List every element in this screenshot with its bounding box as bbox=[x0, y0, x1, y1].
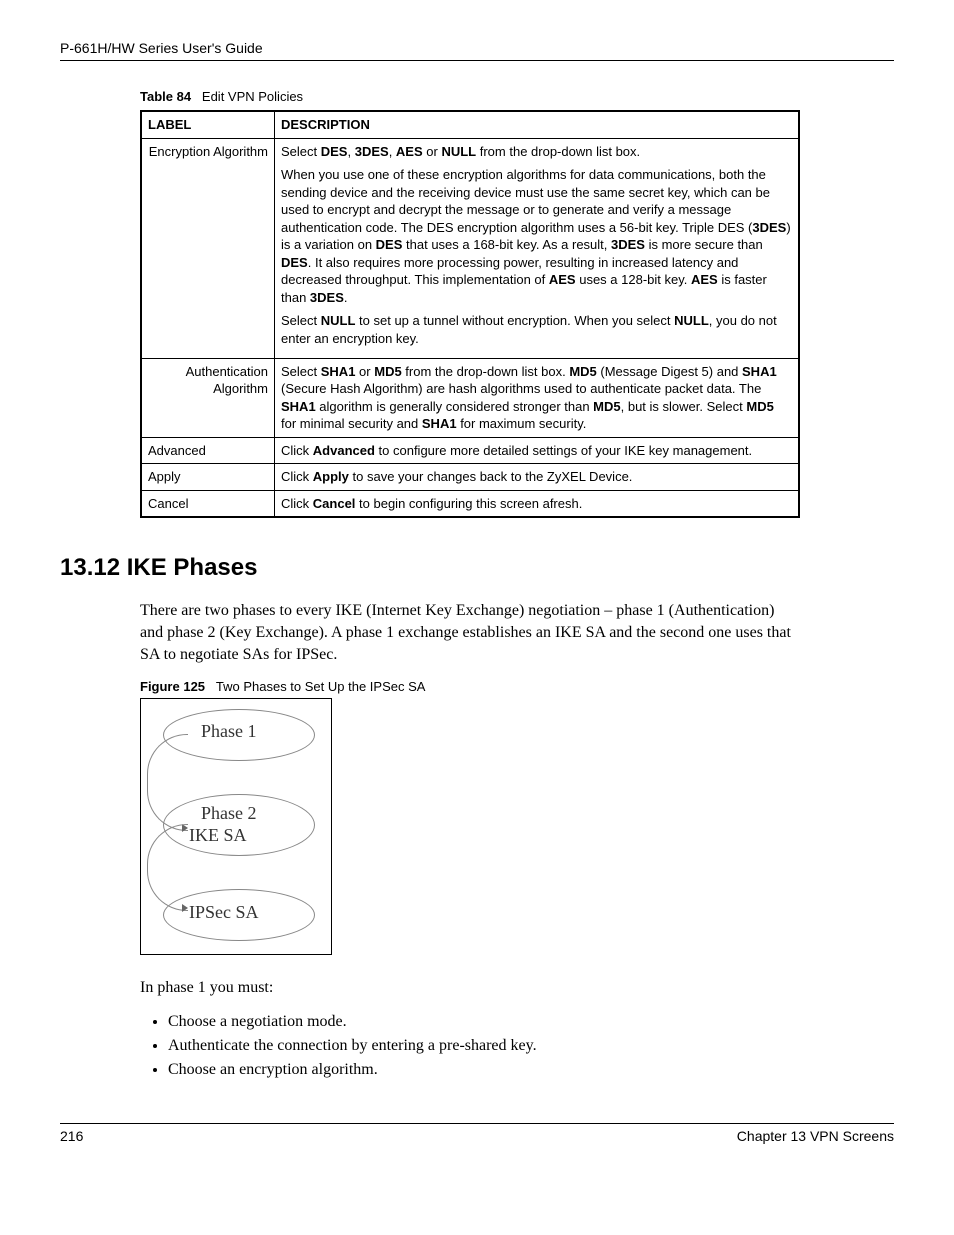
table-row: Cancel Click Cancel to begin configuring… bbox=[141, 490, 799, 517]
row-label: Apply bbox=[141, 464, 275, 491]
figure-title: Two Phases to Set Up the IPSec SA bbox=[216, 679, 426, 694]
row-label: Advanced bbox=[141, 437, 275, 464]
header-title: P-661H/HW Series User's Guide bbox=[60, 40, 263, 56]
list-item: Choose an encryption algorithm. bbox=[168, 1061, 788, 1079]
table-row: Advanced Click Advanced to configure mor… bbox=[141, 437, 799, 464]
list-item: Authenticate the connection by entering … bbox=[168, 1037, 788, 1055]
ike-phases-diagram: Phase 1 Phase 2 IKE SA IPSec SA bbox=[140, 698, 332, 955]
table-title: Edit VPN Policies bbox=[202, 89, 303, 104]
figure-caption: Figure 125 Two Phases to Set Up the IPSe… bbox=[140, 679, 894, 694]
table-caption: Table 84 Edit VPN Policies bbox=[140, 89, 894, 104]
chapter-label: Chapter 13 VPN Screens bbox=[737, 1128, 894, 1144]
arrow-icon bbox=[182, 904, 188, 912]
intro-paragraph: There are two phases to every IKE (Inter… bbox=[140, 600, 800, 665]
page-footer: 216 Chapter 13 VPN Screens bbox=[60, 1123, 894, 1144]
page-number: 216 bbox=[60, 1128, 83, 1144]
page-header: P-661H/HW Series User's Guide bbox=[60, 40, 894, 61]
connector-arc-2 bbox=[147, 824, 188, 911]
table-row: Apply Click Apply to save your changes b… bbox=[141, 464, 799, 491]
row-label: Encryption Algorithm bbox=[141, 138, 275, 358]
table-row: Authentication Algorithm Select SHA1 or … bbox=[141, 358, 799, 437]
table-header-row: LABEL DESCRIPTION bbox=[141, 111, 799, 138]
table-number: Table 84 bbox=[140, 89, 191, 104]
row-description: Click Apply to save your changes back to… bbox=[275, 464, 800, 491]
col-label: LABEL bbox=[141, 111, 275, 138]
table-row: Encryption Algorithm Select DES, 3DES, A… bbox=[141, 138, 799, 358]
row-label: Authentication Algorithm bbox=[141, 358, 275, 437]
connector-arc-1 bbox=[147, 734, 188, 831]
figure-number: Figure 125 bbox=[140, 679, 205, 694]
list-item: Choose a negotiation mode. bbox=[168, 1013, 788, 1031]
row-label: Cancel bbox=[141, 490, 275, 517]
ike-sa-text: IKE SA bbox=[189, 825, 247, 846]
row-description: Select SHA1 or MD5 from the drop-down li… bbox=[275, 358, 800, 437]
phase1-text: Phase 1 bbox=[201, 721, 257, 742]
phase2-text: Phase 2 bbox=[201, 803, 257, 824]
section-heading: 13.12 IKE Phases bbox=[60, 554, 894, 582]
row-description: Select DES, 3DES, AES or NULL from the d… bbox=[275, 138, 800, 358]
row-description: Click Cancel to begin configuring this s… bbox=[275, 490, 800, 517]
row-description: Click Advanced to configure more detaile… bbox=[275, 437, 800, 464]
ipsec-sa-text: IPSec SA bbox=[189, 902, 259, 923]
vpn-policies-table: LABEL DESCRIPTION Encryption Algorithm S… bbox=[140, 110, 800, 518]
phase1-list: Choose a negotiation mode. Authenticate … bbox=[168, 1013, 788, 1079]
col-description: DESCRIPTION bbox=[275, 111, 800, 138]
list-intro: In phase 1 you must: bbox=[140, 977, 800, 999]
